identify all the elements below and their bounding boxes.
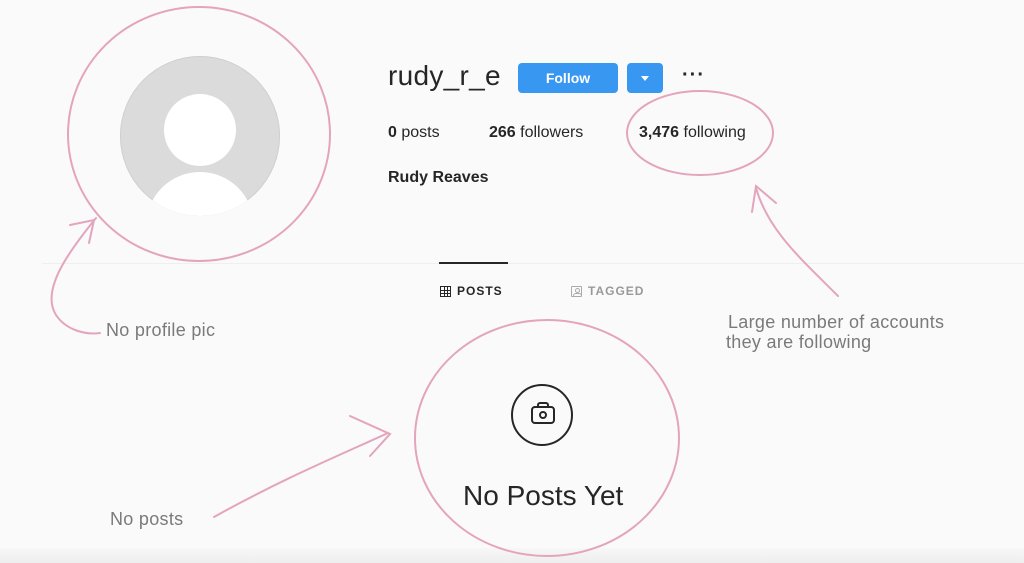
stat-followers[interactable]: 266 followers [489, 124, 583, 142]
arrowhead-following [751, 184, 777, 213]
default-avatar[interactable] [120, 56, 280, 216]
profile-full-name: Rudy Reaves [388, 169, 489, 186]
arrow-following [755, 187, 839, 297]
stat-posts: 0 posts [388, 124, 440, 142]
camera-icon [511, 384, 573, 446]
follow-button[interactable]: Follow [518, 63, 618, 93]
arrow-no-posts [213, 432, 389, 518]
annotation-following-line2: they are following [726, 332, 872, 352]
empty-state-title: No Posts Yet [463, 480, 624, 511]
tab-posts[interactable]: POSTS [440, 284, 503, 298]
avatar-head-silhouette [164, 94, 236, 166]
suggestions-dropdown-button[interactable] [627, 63, 663, 93]
annotation-following-line1: Large number of accounts [728, 312, 945, 332]
posts-count: 0 [388, 124, 397, 141]
annotation-no-posts: No posts [110, 509, 184, 529]
tagged-person-icon [571, 285, 582, 297]
stat-following[interactable]: 3,476 following [639, 124, 746, 142]
tab-posts-label: POSTS [457, 284, 503, 298]
annotation-no-profile-pic: No profile pic [106, 320, 216, 340]
following-label: following [683, 124, 746, 141]
arrowhead-no-posts [349, 415, 392, 457]
tabs-divider [42, 263, 1024, 264]
caret-down-icon [641, 75, 649, 81]
followers-count: 266 [489, 124, 516, 141]
arrow-no-profile-pic [50, 217, 101, 335]
tab-tagged-label: TAGGED [588, 284, 645, 298]
grid-icon [440, 285, 451, 297]
active-tab-indicator [439, 262, 508, 264]
profile-username: rudy_r_e [388, 60, 501, 91]
arrowhead-no-profile-pic [69, 218, 96, 244]
posts-label: posts [401, 124, 440, 141]
camera-body-part [531, 406, 555, 424]
bottom-edge-shade [0, 548, 1024, 563]
avatar-body-silhouette [146, 172, 254, 216]
tab-tagged[interactable]: TAGGED [571, 284, 644, 298]
followers-label: followers [520, 124, 584, 141]
following-count: 3,476 [639, 124, 680, 141]
more-options-button[interactable]: ··· [682, 64, 705, 87]
